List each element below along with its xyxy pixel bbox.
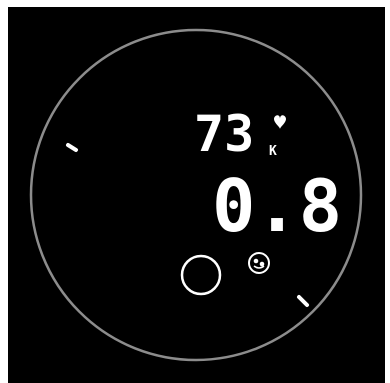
heart-rate-unit: K bbox=[269, 144, 277, 159]
face-badge-icon bbox=[248, 252, 270, 274]
tick-mark-left bbox=[66, 143, 78, 152]
watch-face-canvas: 73 K 0.8 bbox=[29, 28, 363, 362]
ring-button-icon[interactable] bbox=[180, 254, 222, 296]
watch-face: 73 K 0.8 bbox=[8, 7, 385, 383]
main-value: 0.8 bbox=[212, 164, 342, 248]
tick-mark-right bbox=[297, 295, 309, 307]
heart-rate-value: 73 bbox=[194, 105, 254, 163]
heart-icon bbox=[274, 115, 286, 129]
